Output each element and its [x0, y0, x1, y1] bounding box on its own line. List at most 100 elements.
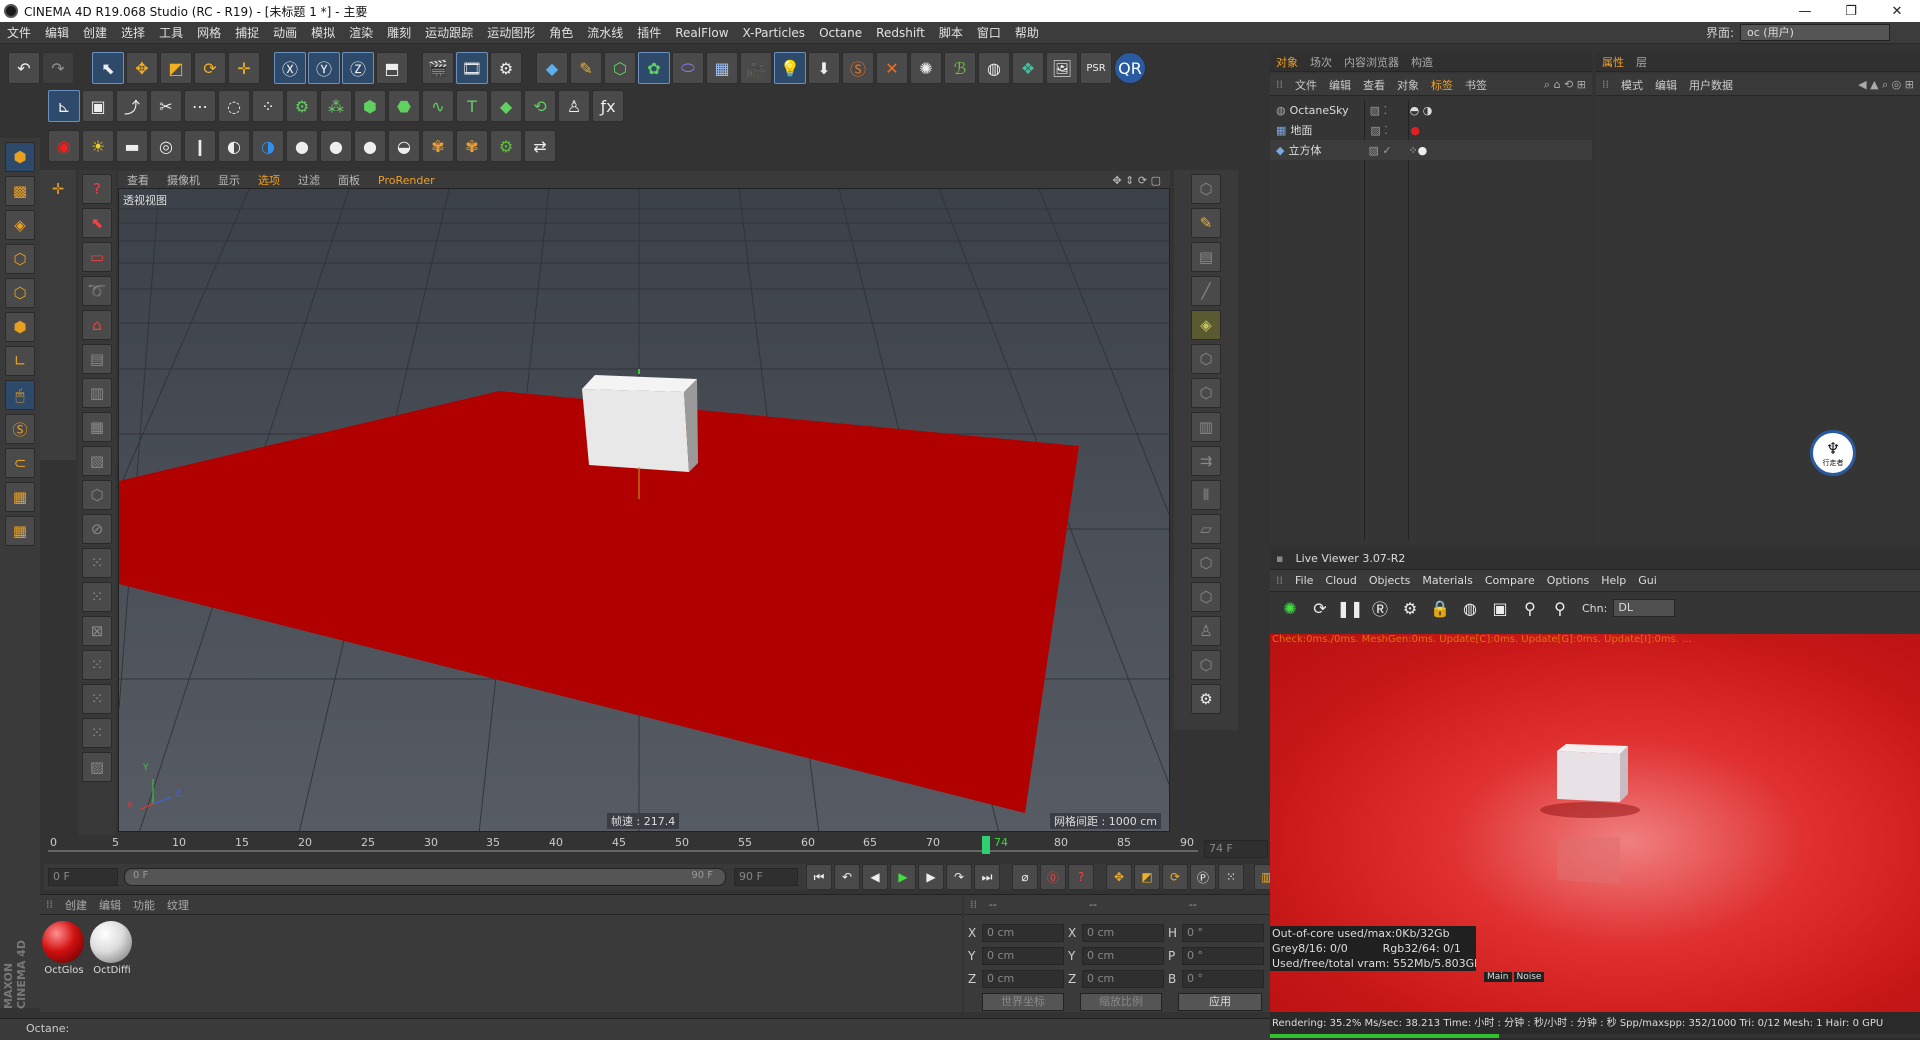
- menu-motion-tracking[interactable]: 运动跟踪: [418, 24, 480, 41]
- current-frame-field[interactable]: 74 F: [1204, 840, 1268, 858]
- octane-glossy-icon[interactable]: ●: [320, 130, 352, 162]
- polygons-mode-icon[interactable]: ⬢: [5, 312, 35, 342]
- camera-icon[interactable]: 🎥: [740, 52, 772, 84]
- tool-slot-3-icon[interactable]: ▦: [82, 412, 112, 442]
- fx-icon[interactable]: ƒx: [592, 90, 624, 122]
- attrmenu-userdata[interactable]: 用户数据: [1683, 77, 1739, 93]
- material-tag-red-icon[interactable]: ●: [1410, 124, 1420, 137]
- objmenu-bookmarks[interactable]: 书签: [1459, 77, 1493, 93]
- menu-octane[interactable]: Octane: [812, 26, 869, 40]
- tab-takes[interactable]: 场次: [1304, 54, 1338, 70]
- size-mode-select[interactable]: 缩放比例: [1080, 993, 1162, 1011]
- material-tag-white-icon[interactable]: ⁘●: [1408, 144, 1427, 157]
- position-y-field[interactable]: 0 cm: [982, 946, 1064, 965]
- strip-tool-1-icon[interactable]: ⬡: [1191, 174, 1221, 204]
- material-tab-function[interactable]: 功能: [127, 897, 161, 913]
- tool-slot-13-icon[interactable]: ▨: [82, 752, 112, 782]
- tool-slot-12-icon[interactable]: ⁙: [82, 718, 112, 748]
- menu-xparticles[interactable]: X-Particles: [736, 26, 813, 40]
- menu-sculpt[interactable]: 雕刻: [380, 24, 418, 41]
- menu-window[interactable]: 窗口: [970, 24, 1008, 41]
- menu-edit[interactable]: 编辑: [38, 24, 76, 41]
- edge-icon[interactable]: ⋯: [184, 90, 216, 122]
- live-select-icon[interactable]: ✛: [228, 52, 260, 84]
- tool-slot-5-icon[interactable]: ⬡: [82, 480, 112, 510]
- playhead[interactable]: [982, 836, 990, 854]
- spline-mask-icon[interactable]: ⟲: [524, 90, 556, 122]
- close-button[interactable]: ✕: [1874, 0, 1920, 22]
- s-plugin-icon[interactable]: Ⓢ: [842, 52, 874, 84]
- lv-lock-icon[interactable]: 🔒: [1426, 594, 1454, 622]
- objmenu-tags[interactable]: 标签: [1425, 77, 1459, 93]
- menu-pipeline[interactable]: 流水线: [580, 24, 630, 41]
- attrmenu-edit[interactable]: 编辑: [1649, 77, 1683, 93]
- tool-slot-4-icon[interactable]: ▧: [82, 446, 112, 476]
- lv-menu-objects[interactable]: Objects: [1363, 574, 1417, 587]
- tab-attributes[interactable]: 属性: [1596, 54, 1630, 70]
- axis-mode-icon[interactable]: ∟: [5, 346, 35, 376]
- coordinate-system-icon[interactable]: ⬒: [376, 52, 408, 84]
- subdivision-icon[interactable]: ⬡: [604, 52, 636, 84]
- key-pla-icon[interactable]: ⁙: [1218, 864, 1244, 890]
- viewport-menu-camera[interactable]: 摄像机: [158, 172, 209, 188]
- rotate-tool-icon[interactable]: ⟳: [194, 52, 226, 84]
- lv-menu-file[interactable]: File: [1289, 574, 1319, 587]
- instance-icon[interactable]: ◆: [490, 90, 522, 122]
- strip-tool-9-icon[interactable]: ⦀: [1191, 480, 1221, 510]
- octane-target-icon[interactable]: ◎: [150, 130, 182, 162]
- layout-select[interactable]: oc (用户): [1740, 24, 1890, 41]
- material-tab-edit[interactable]: 编辑: [93, 897, 127, 913]
- prev-key-icon[interactable]: ↶: [834, 864, 860, 890]
- floor-icon[interactable]: ▦: [706, 52, 738, 84]
- tool-slot-6-icon[interactable]: ⊘: [82, 514, 112, 544]
- lv-menu-gui[interactable]: Gui: [1632, 574, 1663, 587]
- strip-tool-4-icon[interactable]: ◈: [1191, 310, 1221, 340]
- size-x-field[interactable]: 0 cm: [1082, 923, 1164, 942]
- strip-tool-6-icon[interactable]: ⬡: [1191, 378, 1221, 408]
- menu-script[interactable]: 脚本: [932, 24, 970, 41]
- lv-menu-help[interactable]: Help: [1595, 574, 1632, 587]
- knife-icon[interactable]: ✂: [150, 90, 182, 122]
- picture-icon[interactable]: 🖼: [1046, 52, 1078, 84]
- tool-slot-11-icon[interactable]: ⁙: [82, 684, 112, 714]
- viewport-menu-prorender[interactable]: ProRender: [369, 174, 444, 187]
- objmenu-edit[interactable]: 编辑: [1323, 77, 1357, 93]
- size-y-field[interactable]: 0 cm: [1082, 946, 1164, 965]
- pointer-tool-icon[interactable]: ⬉: [82, 208, 112, 238]
- size-z-field[interactable]: 0 cm: [1082, 969, 1164, 988]
- viewport-menu-options[interactable]: 选项: [249, 172, 289, 188]
- rectangle-select-icon[interactable]: ▭: [82, 242, 112, 272]
- menu-realflow[interactable]: RealFlow: [668, 26, 735, 40]
- lv-region-icon[interactable]: Ⓡ: [1366, 594, 1394, 622]
- magnet-icon[interactable]: ⊂: [5, 448, 35, 478]
- cloner-icon[interactable]: ⁂: [320, 90, 352, 122]
- end-frame-field[interactable]: 90 F: [734, 868, 798, 886]
- tab-structure[interactable]: 构造: [1405, 54, 1439, 70]
- frame-range-slider[interactable]: 0 F 90 F: [124, 868, 726, 886]
- objmenu-file[interactable]: 文件: [1289, 77, 1323, 93]
- lv-menu-materials[interactable]: Materials: [1416, 574, 1478, 587]
- rotation-b-field[interactable]: 0 °: [1182, 969, 1264, 988]
- key-move-icon[interactable]: ✥: [1106, 864, 1132, 890]
- lv-settings-icon[interactable]: ⚙: [1396, 594, 1424, 622]
- menu-select[interactable]: 选择: [114, 24, 152, 41]
- tracer-icon[interactable]: ∿: [422, 90, 454, 122]
- move-cross-icon[interactable]: ✛: [43, 174, 73, 204]
- lv-menu-compare[interactable]: Compare: [1479, 574, 1541, 587]
- menu-help[interactable]: 帮助: [1008, 24, 1046, 41]
- lock-workplane-icon[interactable]: ▦: [5, 482, 35, 512]
- texture-mode-icon[interactable]: ▩: [5, 176, 35, 206]
- psr-icon[interactable]: PSR: [1080, 52, 1112, 84]
- lv-start-render-icon[interactable]: ✺: [1276, 594, 1304, 622]
- lv-restart-icon[interactable]: ⟳: [1306, 594, 1334, 622]
- viewport-menu-panel[interactable]: 面板: [329, 172, 369, 188]
- model-mode-icon[interactable]: ⬢: [5, 142, 35, 172]
- text-icon[interactable]: T: [456, 90, 488, 122]
- lv-clay-icon[interactable]: ▣: [1486, 594, 1514, 622]
- menu-character[interactable]: 角色: [542, 24, 580, 41]
- octane-mix-icon[interactable]: ◒: [388, 130, 420, 162]
- cube-object-icon[interactable]: ◆: [536, 52, 568, 84]
- strip-tool-10-icon[interactable]: ▱: [1191, 514, 1221, 544]
- material-swatch[interactable]: OctGlos: [42, 921, 86, 976]
- octane-area-light-icon[interactable]: ▬: [116, 130, 148, 162]
